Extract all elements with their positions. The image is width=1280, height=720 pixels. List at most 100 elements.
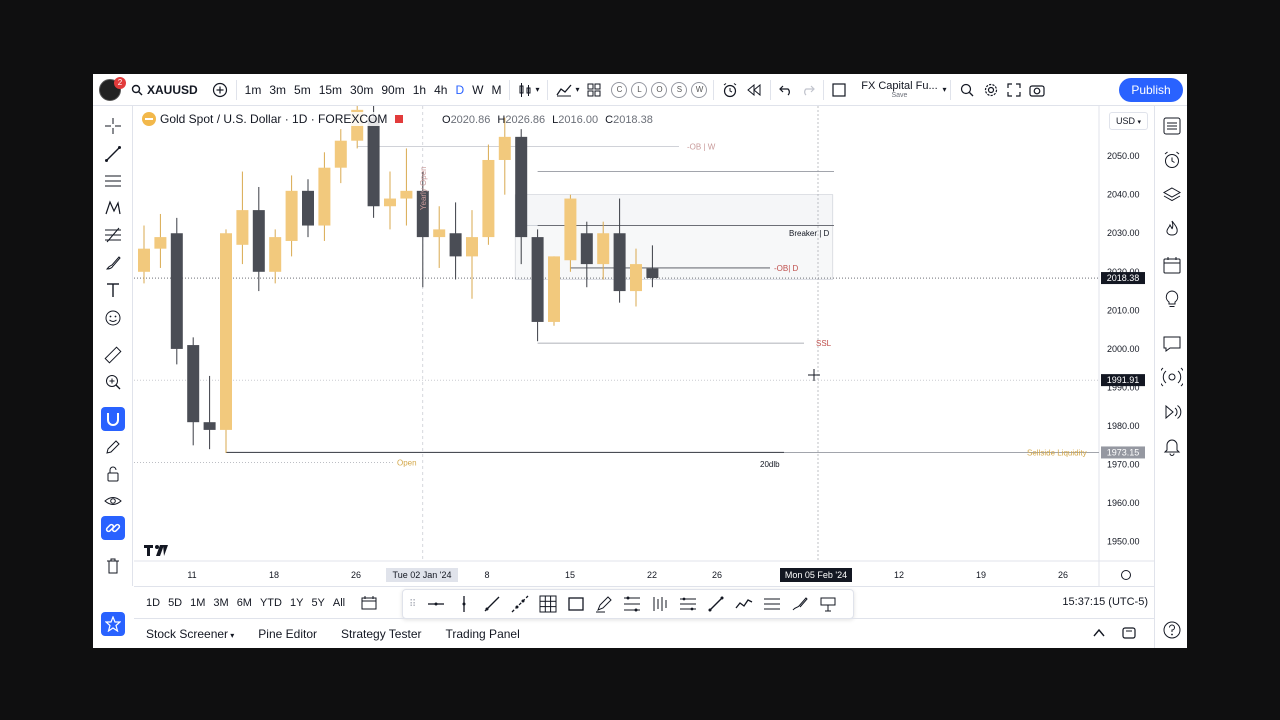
settings-button[interactable] (979, 78, 1003, 102)
shortcut-w[interactable]: W (691, 81, 708, 98)
symbol-search-button[interactable]: XAUUSD (127, 78, 202, 102)
go-to-date-button[interactable] (357, 591, 381, 615)
interval-w[interactable]: W (468, 83, 487, 97)
compare-symbol-button[interactable] (208, 78, 232, 102)
notifications-button[interactable] (1160, 434, 1184, 458)
symbol-legend[interactable]: Gold Spot / U.S. Dollar · 1D · FOREXCOM (142, 112, 404, 126)
brush-stroke-tool[interactable] (786, 592, 814, 616)
brush-tool[interactable] (101, 251, 125, 275)
vertical-line-tool[interactable] (450, 592, 478, 616)
interval-4h[interactable]: 4h (430, 83, 451, 97)
shortcut-l[interactable]: L (631, 81, 648, 98)
interval-d[interactable]: D (451, 83, 468, 97)
range-1y[interactable]: 1Y (286, 597, 307, 609)
quick-search-button[interactable] (955, 78, 979, 102)
extended-line-tool[interactable] (506, 592, 534, 616)
object-tree-button[interactable] (1160, 183, 1184, 207)
interval-5m[interactable]: 5m (290, 83, 315, 97)
candles-icon (519, 82, 531, 97)
text-lines-tool[interactable] (758, 592, 786, 616)
calendar-button[interactable] (1160, 253, 1184, 277)
alert-button[interactable] (718, 78, 742, 102)
pen-tool[interactable] (590, 592, 618, 616)
interval-90m[interactable]: 90m (377, 83, 408, 97)
path-tool[interactable] (730, 592, 758, 616)
link-drawings-tool[interactable] (101, 516, 125, 540)
ray-tool[interactable] (478, 592, 506, 616)
templates-button[interactable] (583, 78, 605, 102)
range-all[interactable]: All (329, 597, 349, 609)
interval-15m[interactable]: 15m (315, 83, 346, 97)
interval-30m[interactable]: 30m (346, 83, 377, 97)
crosshair-tool[interactable] (101, 114, 125, 138)
emoji-tool[interactable] (101, 306, 125, 330)
interval-m[interactable]: M (487, 83, 505, 97)
interval-3m[interactable]: 3m (265, 83, 290, 97)
shortcut-s[interactable]: S (671, 81, 688, 98)
tab-stock-screener[interactable]: Stock Screener ▾ (134, 627, 246, 641)
fib-tool[interactable] (101, 224, 125, 248)
currency-select[interactable]: USD ▾ (1108, 112, 1148, 130)
watchlist-button[interactable] (1160, 114, 1184, 138)
alerts-button[interactable] (1160, 148, 1184, 172)
streams-button[interactable] (1160, 365, 1184, 389)
tab-strategy-tester[interactable]: Strategy Tester (329, 627, 433, 641)
layout-name-button[interactable]: FX Capital Fu... Save (858, 80, 940, 99)
collapse-panel-button[interactable] (1092, 626, 1106, 643)
horizontal-line-tool[interactable] (422, 592, 450, 616)
tab-trading-panel[interactable]: Trading Panel (433, 627, 531, 641)
price-chart[interactable]: -OB | W Breaker | D -OB| D SSL 20dlb Sellside… (134, 106, 1154, 586)
chats-button[interactable] (1160, 332, 1184, 356)
fullscreen-button[interactable] (1003, 78, 1025, 102)
shortcut-c[interactable]: C (611, 81, 628, 98)
range-5y[interactable]: 5Y (307, 597, 328, 609)
undo-button[interactable] (775, 78, 797, 102)
grid-tool[interactable] (534, 592, 562, 616)
drag-handle-icon[interactable]: ⠿ (409, 599, 416, 610)
hide-drawings-tool[interactable] (101, 489, 125, 513)
indicators-button[interactable]: ▾ (552, 78, 583, 102)
interval-1m[interactable]: 1m (241, 83, 266, 97)
range-5d[interactable]: 5D (164, 597, 186, 609)
measure-tool[interactable] (101, 343, 125, 367)
divider (823, 79, 825, 100)
remove-drawings-tool[interactable] (101, 554, 125, 578)
replay-panel-button[interactable] (1160, 400, 1184, 424)
publish-button[interactable]: Publish (1119, 78, 1183, 102)
magnet-tool[interactable] (101, 407, 125, 431)
ideas-button[interactable] (1160, 287, 1184, 311)
shortcut-o[interactable]: O (651, 81, 668, 98)
user-avatar[interactable]: 2 (93, 74, 127, 106)
text-tool[interactable] (101, 278, 125, 302)
clock-timezone[interactable]: 15:37:15 (UTC-5) (1062, 596, 1148, 608)
lock-drawings-tool[interactable] (101, 462, 125, 486)
chart-pane[interactable]: -OB | W Breaker | D -OB| D SSL 20dlb Sellside… (134, 106, 1154, 586)
help-button[interactable] (1160, 618, 1184, 642)
fib-levels-tool[interactable] (618, 592, 646, 616)
maximize-panel-button[interactable] (1122, 626, 1136, 643)
zoom-in-tool[interactable] (101, 370, 125, 394)
interval-1h[interactable]: 1h (409, 83, 430, 97)
chart-type-button[interactable]: ▾ (514, 78, 543, 102)
tab-pine-editor[interactable]: Pine Editor (246, 627, 329, 641)
range-1m[interactable]: 1M (186, 597, 209, 609)
rectangle-tool[interactable] (562, 592, 590, 616)
range-6m[interactable]: 6M (233, 597, 256, 609)
snapshot-button[interactable] (1025, 78, 1049, 102)
layout-select-button[interactable] (828, 78, 850, 102)
redo-button[interactable] (797, 78, 819, 102)
pattern-tool[interactable] (101, 196, 125, 220)
channel-tool[interactable] (674, 592, 702, 616)
horizontal-lines-tool[interactable] (101, 169, 125, 193)
bars-pattern-tool[interactable] (646, 592, 674, 616)
stay-drawing-tool[interactable] (101, 435, 125, 459)
watchlist-star-button[interactable] (101, 612, 125, 636)
template-tool[interactable] (814, 592, 842, 616)
range-1d[interactable]: 1D (142, 597, 164, 609)
trend-line-tool[interactable] (101, 142, 125, 166)
replay-button[interactable] (742, 78, 766, 102)
hotlists-button[interactable] (1160, 217, 1184, 241)
arrow-line-tool[interactable] (702, 592, 730, 616)
range-3m[interactable]: 3M (209, 597, 232, 609)
range-ytd[interactable]: YTD (256, 597, 286, 609)
